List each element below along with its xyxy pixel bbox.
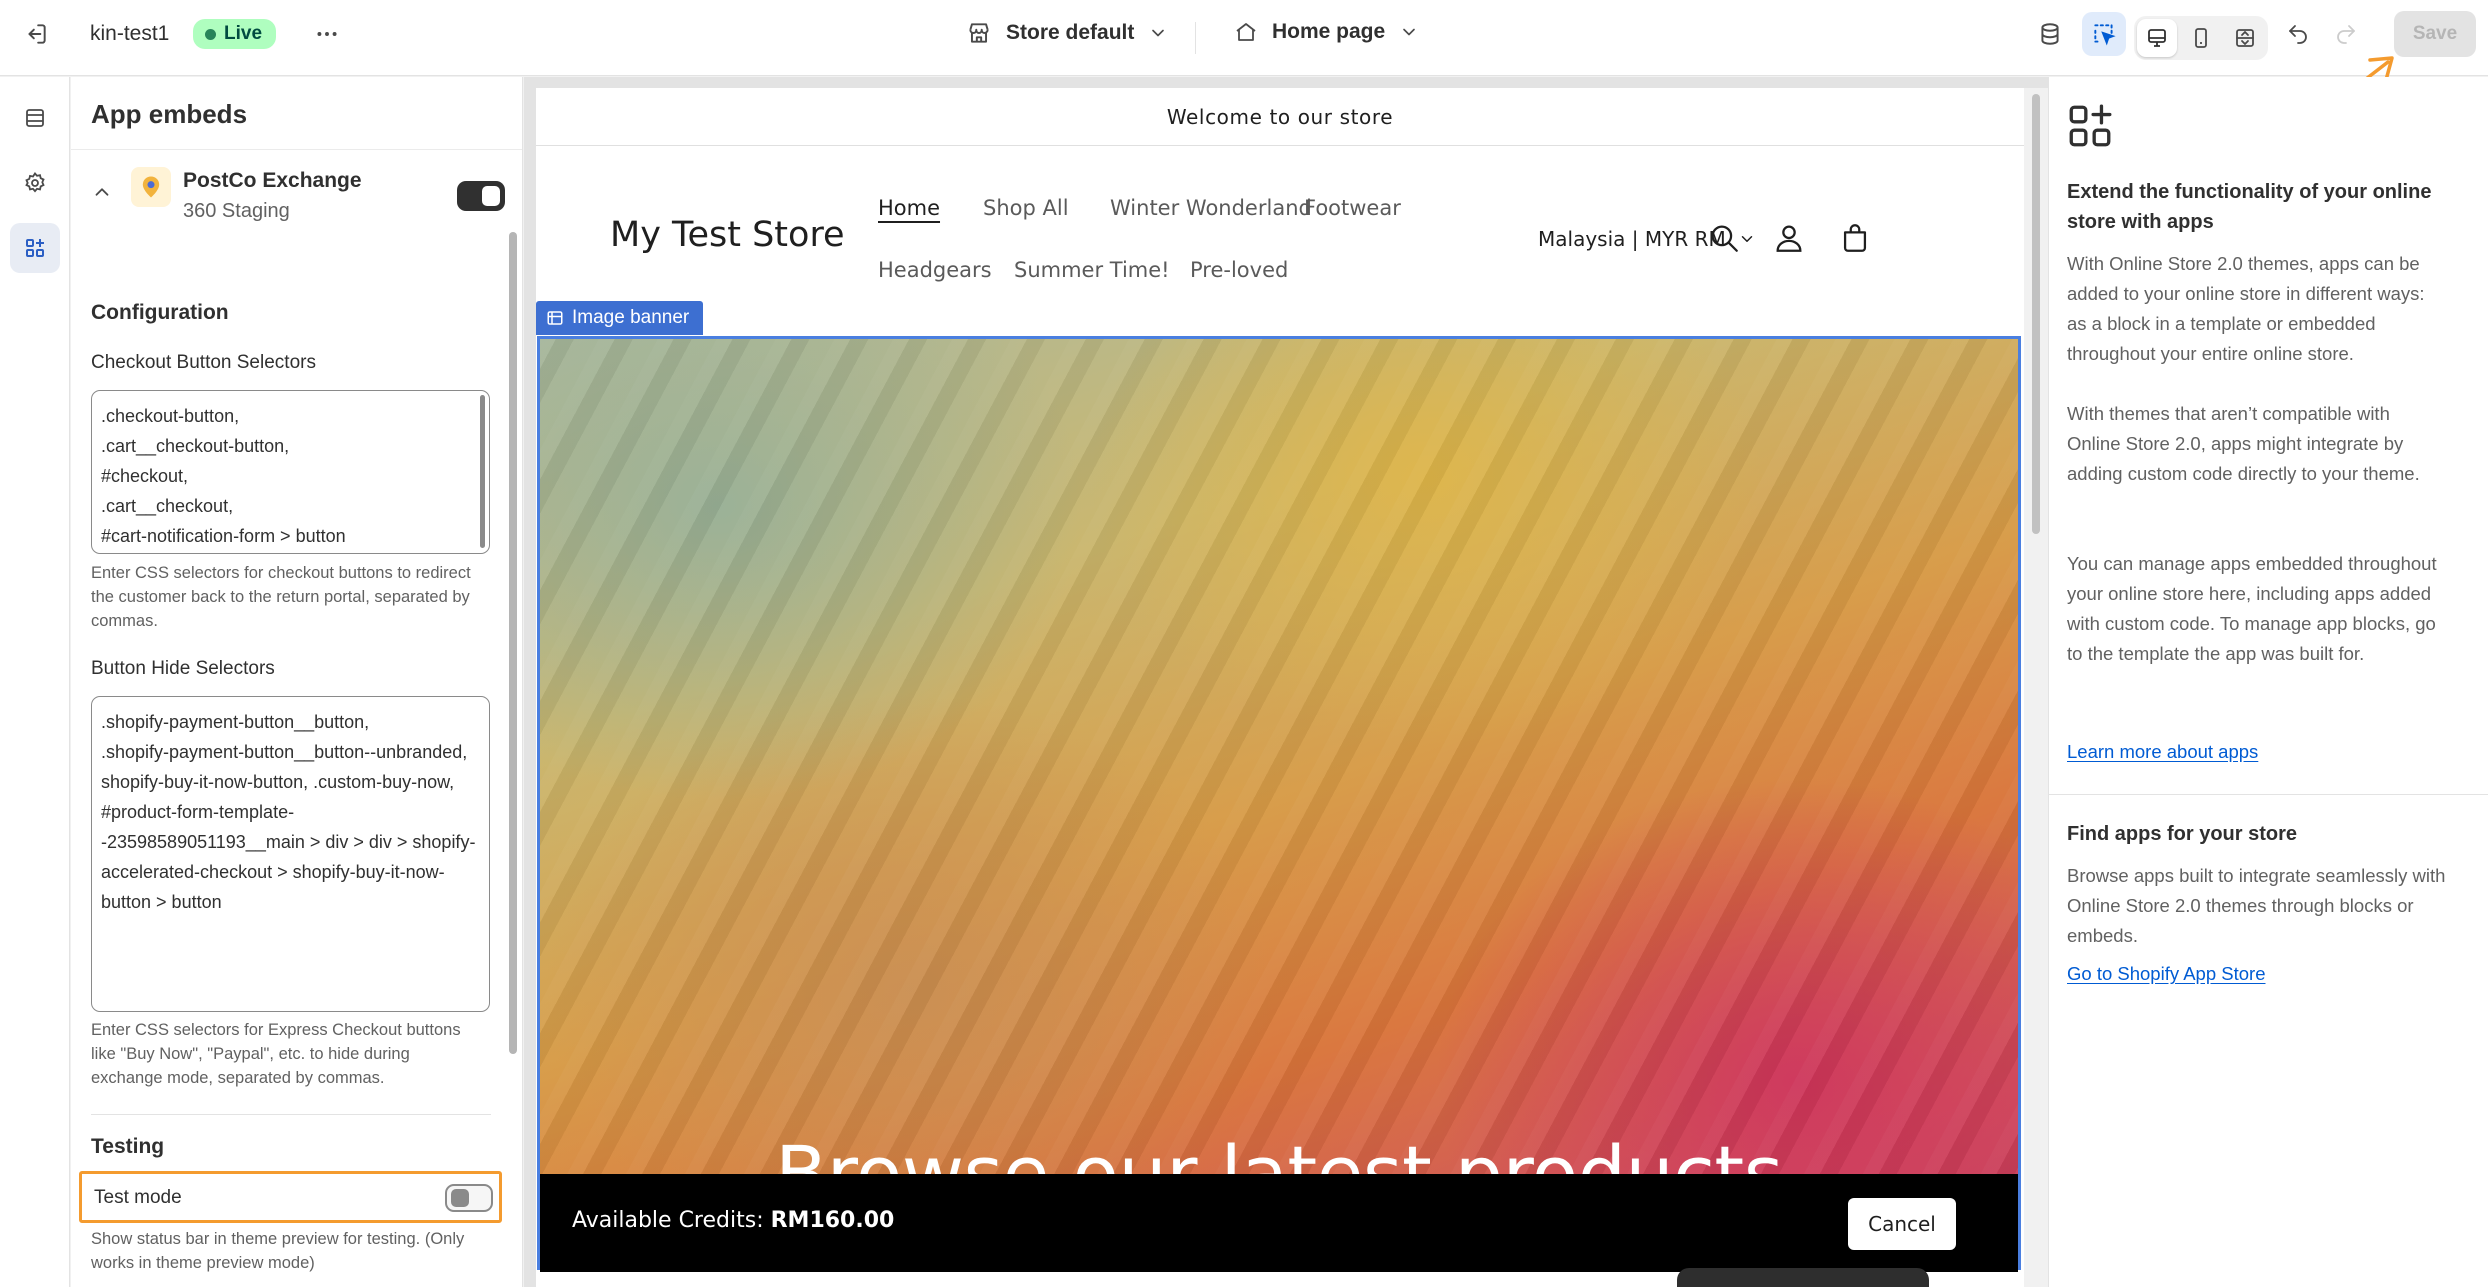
- test-mode-label: Test mode: [94, 1187, 182, 1208]
- status-badge-label: Live: [224, 23, 263, 44]
- image-banner[interactable]: Browse our latest products: [537, 336, 2021, 1270]
- test-mode-row: Test mode: [79, 1171, 502, 1223]
- find-apps-heading: Find apps for your store: [2067, 823, 2298, 845]
- credits-status-bar: Available Credits: RM160.00 Cancel: [540, 1174, 2018, 1272]
- credits-text: Available Credits: RM160.00: [572, 1208, 894, 1233]
- nav-winter-wonderland[interactable]: Winter Wonderland: [1110, 196, 1312, 220]
- block-toolbar: [1677, 1268, 1929, 1287]
- nav-summer-time[interactable]: Summer Time!: [1014, 258, 1170, 282]
- configuration-heading: Configuration: [91, 301, 229, 324]
- collapse-chevron-icon[interactable]: [91, 181, 113, 203]
- store-icon: [969, 23, 989, 43]
- fullscreen-icon[interactable]: [2225, 19, 2265, 57]
- preview-scrollbar[interactable]: [2024, 88, 2048, 1287]
- section-tag-label: Image banner: [572, 307, 690, 328]
- credits-label: Available Credits:: [572, 1208, 764, 1233]
- chevron-down-icon: [1152, 29, 1165, 37]
- testing-heading: Testing: [91, 1135, 165, 1158]
- desktop-icon[interactable]: [2137, 19, 2177, 57]
- hide-icon[interactable]: [1829, 1278, 1869, 1287]
- nav-headgears[interactable]: Headgears: [878, 258, 992, 282]
- panel-scrollbar[interactable]: [509, 232, 517, 1054]
- app-logo-icon: [131, 167, 171, 207]
- sections-icon[interactable]: [10, 93, 60, 143]
- move-up-icon[interactable]: [1690, 1278, 1730, 1287]
- info-panel: Extend the functionality of your online …: [2048, 77, 2488, 1287]
- redo-icon[interactable]: [2324, 12, 2368, 56]
- divider: [91, 1114, 491, 1115]
- nav-shop-all[interactable]: Shop All: [983, 196, 1069, 220]
- inspector-icon[interactable]: [2082, 12, 2126, 56]
- preview-scrollbar-thumb[interactable]: [2032, 94, 2040, 534]
- textarea-scrollbar[interactable]: [480, 395, 485, 548]
- app-store-link[interactable]: Go to Shopify App Store: [2067, 963, 2266, 985]
- chevron-down-icon: [1403, 28, 1416, 36]
- app-add-icon: [2065, 101, 2115, 151]
- store-logo[interactable]: My Test Store: [610, 215, 845, 255]
- locale-label: Malaysia | MYR RM: [1538, 227, 1726, 251]
- settings-panel: App embeds PostCo Exchange 360 Staging C…: [71, 77, 523, 1287]
- page-selector[interactable]: Home page: [1234, 20, 1419, 44]
- delete-icon[interactable]: [1876, 1278, 1916, 1287]
- app-name: PostCo Exchange: [183, 169, 362, 192]
- theme-selector-label: Store default: [1006, 21, 1135, 44]
- banner-image: [540, 339, 2018, 1267]
- theme-selector[interactable]: Store default: [966, 20, 1168, 46]
- live-dot-icon: [205, 28, 216, 40]
- nav-pre-loved[interactable]: Pre-loved: [1190, 258, 1288, 282]
- settings-icon[interactable]: [10, 158, 60, 208]
- home-icon: [1236, 23, 1256, 41]
- info-heading: Extend the functionality of your online …: [2067, 181, 2432, 233]
- page-selector-label: Home page: [1272, 20, 1386, 43]
- cancel-button[interactable]: Cancel: [1848, 1198, 1956, 1250]
- status-badge: Live: [193, 19, 277, 49]
- store-name: kin-test1: [90, 22, 170, 45]
- preview-frame: Welcome to our store My Test Store Home …: [536, 88, 2024, 1287]
- announcement-bar: Welcome to our store: [536, 88, 2024, 146]
- learn-more-link[interactable]: Learn more about apps: [2067, 741, 2258, 763]
- checkout-selectors-help: Enter CSS selectors for checkout buttons…: [91, 564, 471, 630]
- nav-home[interactable]: Home: [878, 196, 940, 220]
- divider: [2049, 794, 2488, 795]
- test-mode-help: Show status bar in theme preview for tes…: [91, 1230, 465, 1272]
- app-embed-row: PostCo Exchange 360 Staging: [91, 167, 505, 237]
- save-button[interactable]: Save: [2394, 11, 2476, 57]
- hide-selectors-help: Enter CSS selectors for Express Checkout…: [91, 1021, 461, 1087]
- cart-icon[interactable]: [1838, 221, 1872, 255]
- hide-selectors-label: Button Hide Selectors: [91, 658, 275, 679]
- divider: [1195, 22, 1196, 54]
- undo-icon[interactable]: [2276, 12, 2320, 56]
- exit-icon[interactable]: [14, 12, 58, 56]
- section-tag[interactable]: Image banner: [536, 301, 704, 335]
- image-section-icon: [547, 311, 563, 325]
- database-icon[interactable]: [2028, 12, 2072, 56]
- move-down-icon[interactable]: [1737, 1278, 1777, 1287]
- checkout-selectors-label: Checkout Button Selectors: [91, 352, 316, 373]
- duplicate-icon[interactable]: [1783, 1278, 1823, 1287]
- info-paragraph-3: You can manage apps embedded throughout …: [2067, 553, 2437, 664]
- checkout-selectors-input[interactable]: .checkout-button, .cart__checkout-button…: [91, 390, 490, 554]
- search-icon[interactable]: [1707, 221, 1741, 255]
- app-enabled-toggle[interactable]: [457, 181, 505, 211]
- top-bar: kin-test1 Live Store default Home page S…: [0, 0, 2488, 76]
- info-paragraph-2: With themes that aren’t compatible with …: [2067, 403, 2420, 484]
- nav-footwear[interactable]: Footwear: [1304, 196, 1401, 220]
- find-apps-paragraph: Browse apps built to integrate seamlessl…: [2067, 865, 2446, 946]
- info-paragraph-1: With Online Store 2.0 themes, apps can b…: [2067, 253, 2425, 364]
- mobile-icon[interactable]: [2181, 19, 2221, 57]
- credits-value: RM160.00: [770, 1208, 895, 1233]
- hide-selectors-input[interactable]: .shopify-payment-button__button, .shopif…: [91, 696, 490, 1012]
- more-icon[interactable]: [305, 12, 349, 56]
- app-subtitle: 360 Staging: [183, 200, 290, 222]
- divider: [71, 149, 522, 150]
- account-icon[interactable]: [1772, 221, 1806, 255]
- panel-title: App embeds: [91, 99, 248, 129]
- test-mode-toggle[interactable]: [445, 1184, 493, 1212]
- viewport-switcher: [2134, 16, 2268, 60]
- theme-preview: Welcome to our store My Test Store Home …: [524, 77, 2048, 1287]
- app-embeds-icon[interactable]: [10, 223, 60, 273]
- left-rail: [0, 77, 70, 1287]
